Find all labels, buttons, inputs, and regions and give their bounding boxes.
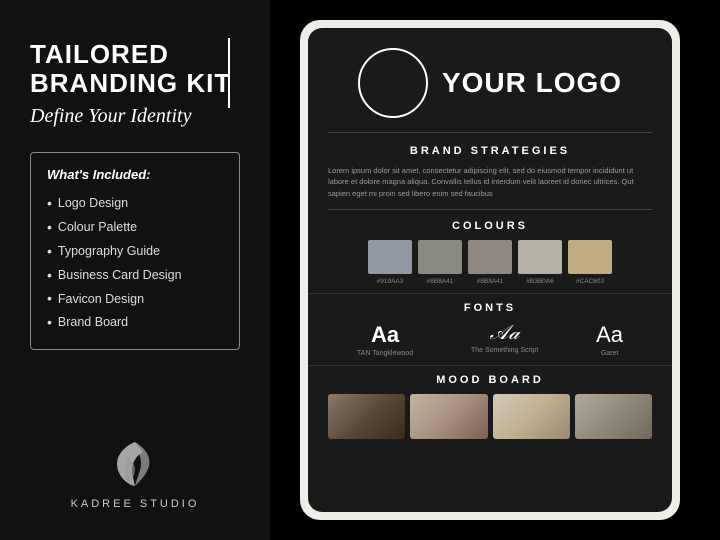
brand-description: Lorem ipsum dolor sit amet, consectetur … — [328, 165, 652, 199]
colours-section: COLOURS #919AA3 #8B8A41 #8B8A41 — [308, 210, 672, 293]
whats-included-label: What's Included: — [47, 167, 223, 182]
mood-image-1 — [328, 394, 405, 439]
decorative-line — [228, 38, 230, 108]
italic-subtitle: Define Your Identity — [30, 105, 240, 128]
colour-swatches: #919AA3 #8B8A41 #8B8A41 #B3B0A6 — [328, 240, 652, 285]
tablet-screen: YOUR LOGO BRAND STRATEGIES Lorem ipsum d… — [308, 28, 672, 512]
swatch-code: #919AA3 — [377, 278, 404, 285]
right-panel: YOUR LOGO BRAND STRATEGIES Lorem ipsum d… — [270, 0, 720, 540]
font-sample-3: Aa Garet — [596, 322, 623, 357]
mood-images — [328, 394, 652, 439]
included-list: Logo Design Colour Palette Typography Gu… — [47, 192, 223, 335]
logo-circle — [358, 48, 428, 118]
kadree-logo-icon — [105, 434, 165, 494]
brand-strategies-title: BRAND STRATEGIES — [328, 145, 652, 157]
mood-board-section: MOOD BOARD — [308, 365, 672, 445]
font-sample-2: 𝒜𝒶 The Something Script — [471, 322, 538, 354]
brand-logo-section: KADREE STUDIO — [30, 434, 240, 510]
mood-image-3 — [493, 394, 570, 439]
swatch-3: #8B8A41 — [468, 240, 512, 285]
font-samples: Aa TAN Tangklewood 𝒜𝒶 The Something Scri… — [328, 322, 652, 357]
mood-board-title: MOOD BOARD — [328, 374, 652, 386]
list-item: Business Card Design — [47, 264, 223, 288]
screen-logo-text: YOUR LOGO — [442, 67, 622, 99]
font-display: Aa — [371, 322, 399, 348]
swatch-block — [468, 240, 512, 274]
mood-image-4 — [575, 394, 652, 439]
swatch-2: #8B8A41 — [418, 240, 462, 285]
font-display: Aa — [596, 322, 623, 348]
brand-name: KADREE STUDIO — [71, 498, 200, 510]
swatch-4: #B3B0A6 — [518, 240, 562, 285]
swatch-block — [568, 240, 612, 274]
screen-logo-section: YOUR LOGO — [308, 28, 672, 132]
font-name: Garet — [601, 350, 619, 357]
tablet-mockup: YOUR LOGO BRAND STRATEGIES Lorem ipsum d… — [300, 20, 680, 520]
swatch-code: #B3B0A6 — [526, 278, 553, 285]
colours-title: COLOURS — [328, 220, 652, 232]
font-sample-1: Aa TAN Tangklewood — [357, 322, 413, 357]
fonts-title: FONTS — [328, 302, 652, 314]
list-item: Brand Board — [47, 311, 223, 335]
font-display-script: 𝒜𝒶 — [490, 322, 520, 345]
swatch-code: #CAC603 — [576, 278, 604, 285]
swatch-block — [518, 240, 562, 274]
main-title: TAILORED BRANDING KIT — [30, 40, 240, 97]
swatch-5: #CAC603 — [568, 240, 612, 285]
list-item: Logo Design — [47, 192, 223, 216]
swatch-code: #8B8A41 — [477, 278, 504, 285]
mood-image-2 — [410, 394, 487, 439]
left-content: TAILORED BRANDING KIT Define Your Identi… — [30, 40, 240, 350]
fonts-section: FONTS Aa TAN Tangklewood 𝒜𝒶 The Somethin… — [308, 293, 672, 365]
swatch-block — [418, 240, 462, 274]
list-item: Favicon Design — [47, 287, 223, 311]
swatch-code: #8B8A41 — [427, 278, 454, 285]
whats-included-box: What's Included: Logo Design Colour Pale… — [30, 152, 240, 350]
left-panel: TAILORED BRANDING KIT Define Your Identi… — [0, 0, 270, 540]
swatch-1: #919AA3 — [368, 240, 412, 285]
font-name: The Something Script — [471, 347, 538, 354]
font-name: TAN Tangklewood — [357, 350, 413, 357]
list-item: Colour Palette — [47, 216, 223, 240]
brand-strategies-section: BRAND STRATEGIES Lorem ipsum dolor sit a… — [308, 133, 672, 209]
swatch-block — [368, 240, 412, 274]
list-item: Typography Guide — [47, 240, 223, 264]
